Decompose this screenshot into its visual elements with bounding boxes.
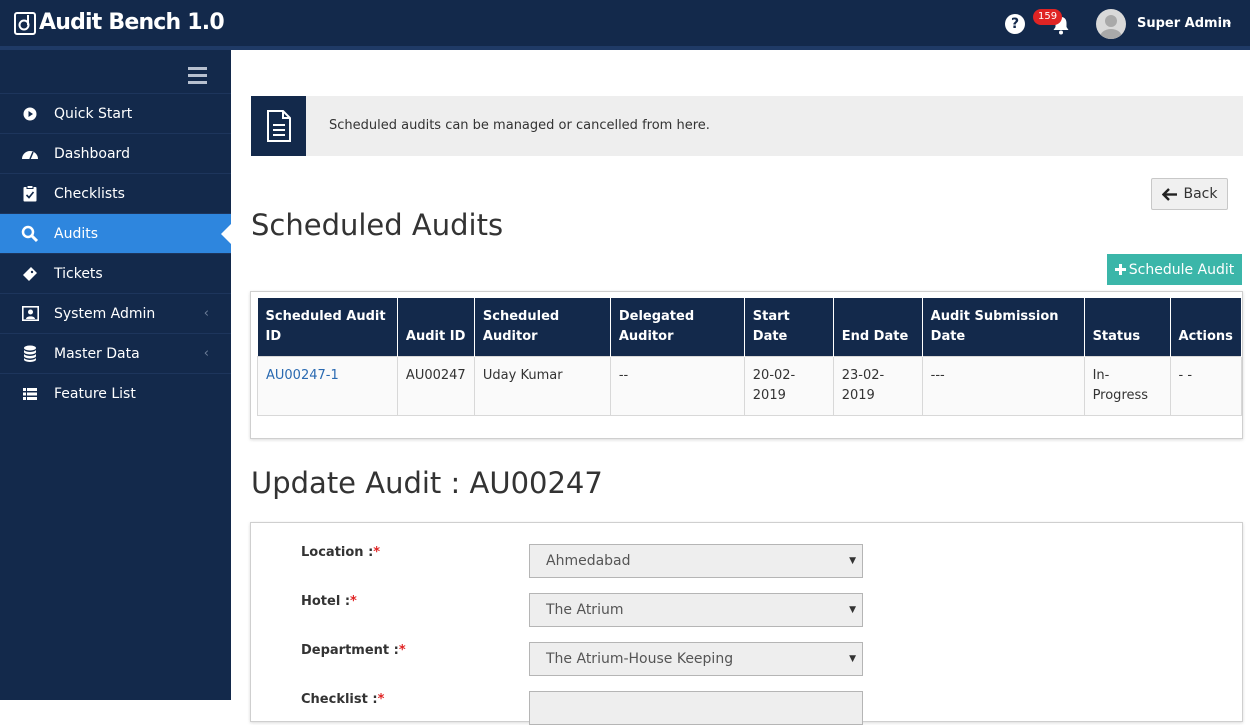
play-circle-icon bbox=[21, 105, 39, 123]
user-avatar-icon bbox=[1100, 15, 1122, 39]
table-cell: --- bbox=[921, 356, 1085, 416]
checklist-select[interactable] bbox=[529, 691, 863, 725]
table-cell: AU00247-1 bbox=[257, 356, 398, 416]
table-cell: In-Progress bbox=[1083, 356, 1171, 416]
sidebar-item-tickets[interactable]: Tickets bbox=[0, 253, 231, 293]
sidebar-item-system-admin[interactable]: System Admin ‹ bbox=[0, 293, 231, 333]
plus-icon bbox=[1114, 264, 1126, 275]
database-icon bbox=[21, 345, 39, 363]
sidebar-item-quick-start[interactable]: Quick Start bbox=[0, 93, 231, 133]
department-value: The Atrium-House Keeping bbox=[546, 651, 734, 667]
sidebar-item-label: Feature List bbox=[54, 385, 136, 402]
column-header: Start Date bbox=[744, 298, 834, 357]
caret-down-icon: ▼ bbox=[849, 605, 856, 615]
avatar[interactable] bbox=[1096, 9, 1126, 39]
sidebar: Quick Start Dashboard Checklists Audits … bbox=[0, 50, 231, 700]
location-value: Ahmedabad bbox=[546, 553, 631, 569]
location-label-text: Location : bbox=[301, 545, 374, 560]
table-header-row: Scheduled Audit ID Audit ID Scheduled Au… bbox=[257, 298, 1243, 357]
chevron-left-icon: ‹ bbox=[203, 346, 209, 361]
update-audit-title: Update Audit : AU00247 bbox=[251, 466, 603, 500]
sidebar-item-label: Quick Start bbox=[54, 105, 133, 122]
required-mark: * bbox=[373, 545, 381, 560]
top-bar: Audit Bench 1.0 ? 159 Super Admin ⌄ bbox=[0, 0, 1250, 50]
column-header: Scheduled Audit ID bbox=[257, 298, 398, 357]
table-cell: AU00247 bbox=[396, 356, 475, 416]
hotel-label: Hotel :* bbox=[301, 594, 357, 609]
column-header: Audit ID bbox=[397, 298, 475, 357]
chevron-left-icon: ‹ bbox=[203, 306, 209, 321]
search-icon bbox=[21, 225, 39, 243]
hamburger-menu-icon[interactable] bbox=[188, 67, 207, 84]
app-title: Audit Bench 1.0 bbox=[39, 10, 225, 35]
sidebar-item-label: Dashboard bbox=[54, 145, 130, 162]
sidebar-item-checklists[interactable]: Checklists bbox=[0, 173, 231, 213]
table-cell: 23-02-2019 bbox=[832, 356, 923, 416]
required-mark: * bbox=[398, 643, 406, 658]
column-header: Audit Submission Date bbox=[922, 298, 1085, 357]
document-icon bbox=[251, 96, 306, 156]
update-audit-form: Location :* Ahmedabad ▼ Hotel :* The Atr… bbox=[250, 522, 1243, 725]
page-title: Scheduled Audits bbox=[251, 208, 504, 242]
scheduled-audit-id-link[interactable]: AU00247-1 bbox=[266, 368, 339, 383]
dashboard-icon bbox=[21, 145, 39, 163]
list-icon bbox=[21, 385, 39, 403]
chevron-down-icon[interactable]: ⌄ bbox=[1224, 15, 1233, 28]
table-cell: Uday Kumar bbox=[473, 356, 611, 416]
info-banner: Scheduled audits can be managed or cance… bbox=[251, 96, 1243, 156]
info-text: Scheduled audits can be managed or cance… bbox=[329, 118, 710, 133]
column-header: Delegated Auditor bbox=[610, 298, 745, 357]
column-header: Scheduled Auditor bbox=[474, 298, 611, 357]
hotel-label-text: Hotel : bbox=[301, 594, 351, 609]
sidebar-item-audits[interactable]: Audits bbox=[0, 213, 231, 253]
department-label-text: Department : bbox=[301, 643, 399, 658]
admin-icon bbox=[21, 305, 39, 323]
table-cell[interactable]: - - bbox=[1169, 356, 1243, 416]
sidebar-item-label: Audits bbox=[54, 225, 99, 242]
sidebar-item-label: Master Data bbox=[54, 345, 140, 362]
table-cell: 20-02-2019 bbox=[743, 356, 834, 416]
department-select[interactable]: The Atrium-House Keeping ▼ bbox=[529, 642, 863, 676]
back-label: Back bbox=[1183, 186, 1218, 202]
app-brand[interactable]: Audit Bench 1.0 bbox=[14, 10, 225, 35]
user-name[interactable]: Super Admin bbox=[1137, 16, 1231, 31]
arrow-left-icon bbox=[1161, 187, 1177, 201]
sidebar-item-label: Tickets bbox=[54, 265, 103, 282]
clipboard-icon bbox=[21, 185, 39, 203]
notification-badge: 159 bbox=[1033, 9, 1063, 25]
caret-down-icon: ▼ bbox=[849, 654, 856, 664]
help-icon[interactable]: ? bbox=[1005, 14, 1025, 34]
scheduled-audits-panel: Scheduled Audit ID Audit ID Scheduled Au… bbox=[250, 291, 1243, 439]
column-header: Actions bbox=[1170, 298, 1243, 357]
back-button[interactable]: Back bbox=[1151, 178, 1228, 210]
schedule-audit-label: Schedule Audit bbox=[1128, 261, 1235, 278]
sidebar-item-feature-list[interactable]: Feature List bbox=[0, 373, 231, 413]
department-label: Department :* bbox=[301, 643, 406, 658]
sidebar-item-label: Checklists bbox=[54, 185, 125, 202]
required-mark: * bbox=[350, 594, 357, 609]
scheduled-audits-table: Scheduled Audit ID Audit ID Scheduled Au… bbox=[257, 298, 1243, 416]
sidebar-item-master-data[interactable]: Master Data ‹ bbox=[0, 333, 231, 373]
sidebar-item-label: System Admin bbox=[54, 305, 156, 322]
hotel-value: The Atrium bbox=[546, 602, 624, 618]
location-label: Location :* bbox=[301, 545, 380, 560]
table-cell: -- bbox=[609, 356, 745, 416]
hotel-select[interactable]: The Atrium ▼ bbox=[529, 593, 863, 627]
table-row: AU00247-1 AU00247 Uday Kumar -- 20-02-20… bbox=[257, 356, 1243, 416]
audit-logo-icon bbox=[14, 11, 36, 35]
sidebar-item-dashboard[interactable]: Dashboard bbox=[0, 133, 231, 173]
column-header: Status bbox=[1084, 298, 1171, 357]
schedule-audit-button[interactable]: Schedule Audit bbox=[1107, 254, 1242, 285]
location-select[interactable]: Ahmedabad ▼ bbox=[529, 544, 863, 578]
caret-down-icon: ▼ bbox=[849, 556, 856, 566]
column-header: End Date bbox=[833, 298, 923, 357]
ticket-icon bbox=[21, 265, 39, 283]
sidebar-menu: Quick Start Dashboard Checklists Audits … bbox=[0, 93, 231, 413]
